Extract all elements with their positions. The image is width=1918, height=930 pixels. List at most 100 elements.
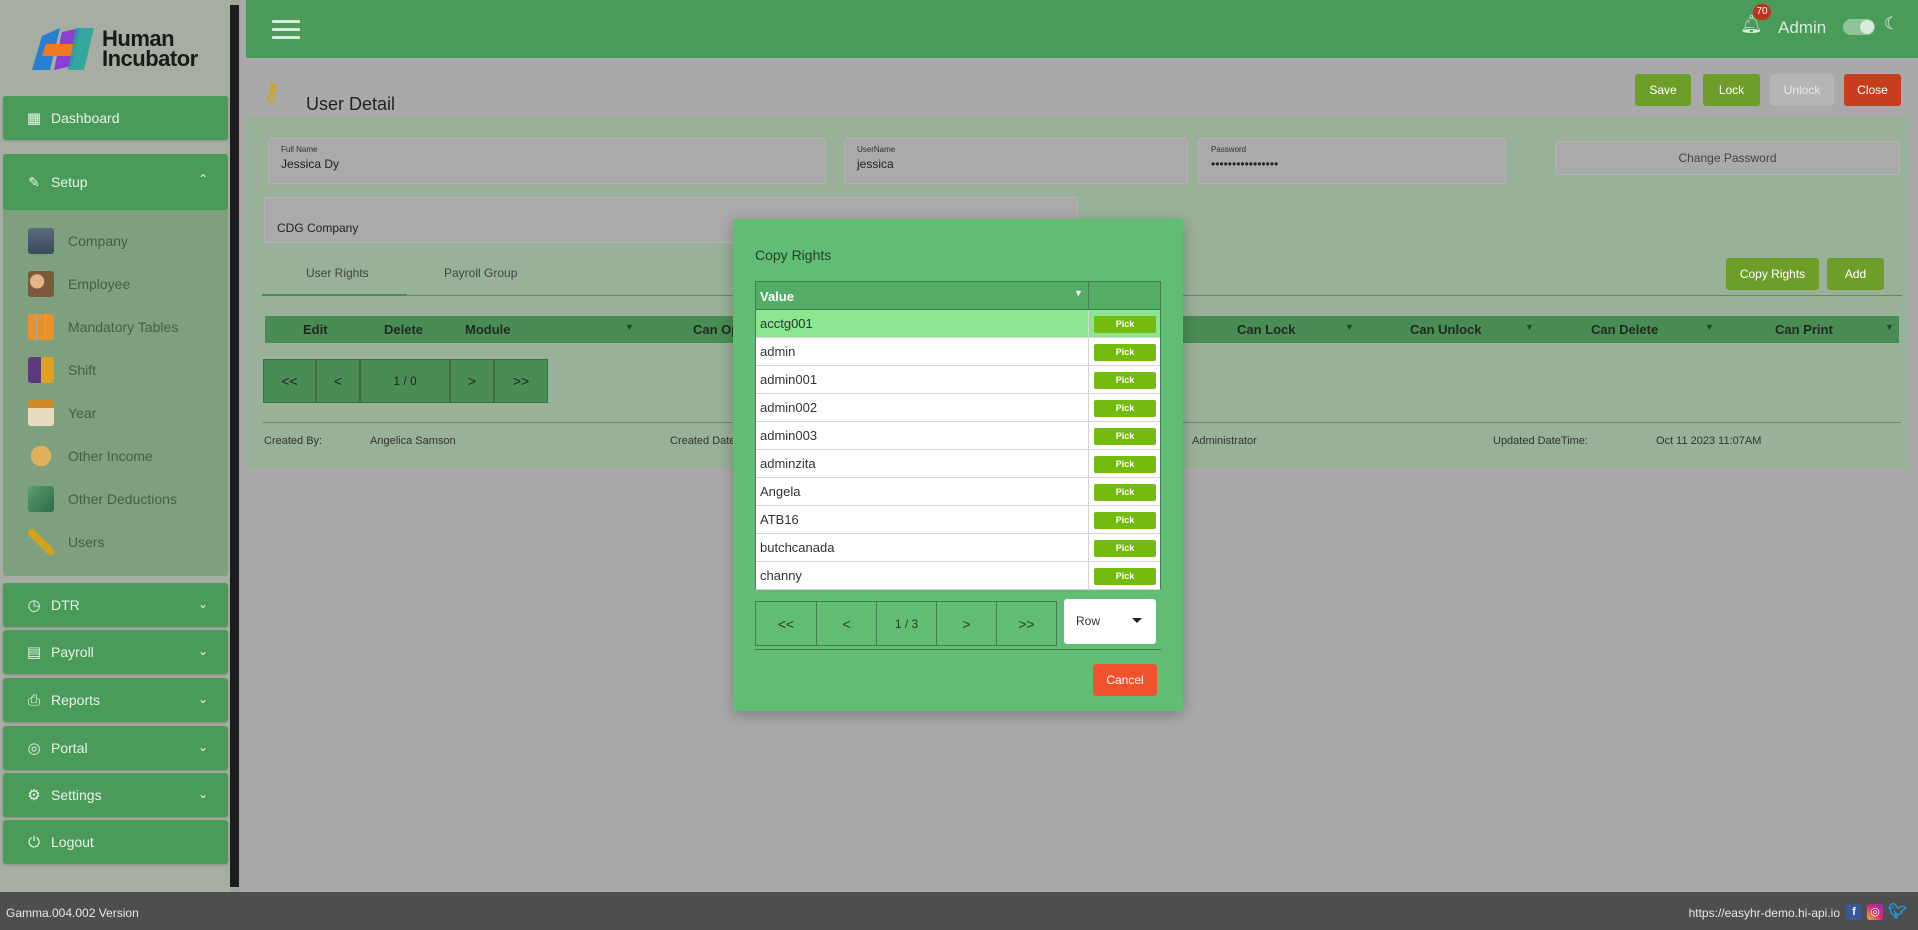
copy-rights-button[interactable]: Copy Rights bbox=[1726, 258, 1819, 290]
table-row[interactable]: admin002 Pick bbox=[756, 394, 1160, 422]
column-header-can-delete[interactable]: Can Delete bbox=[1591, 322, 1658, 337]
column-header-delete[interactable]: Delete bbox=[384, 322, 423, 337]
sidebar-item-settings[interactable]: ⚙ Settings ⌄ bbox=[3, 773, 228, 817]
caret-down-icon bbox=[1132, 618, 1142, 623]
pick-button[interactable]: Pick bbox=[1094, 372, 1156, 389]
table-header: Value ▼ bbox=[756, 282, 1160, 310]
filter-icon[interactable]: ▼ bbox=[1074, 288, 1083, 298]
chevron-down-icon: ⌄ bbox=[197, 597, 208, 611]
filter-icon[interactable]: ▼ bbox=[1525, 322, 1534, 332]
pick-button[interactable]: Pick bbox=[1094, 484, 1156, 501]
sidebar-scrollbar[interactable] bbox=[230, 5, 239, 887]
copy-rights-modal: Copy Rights Value ▼ acctg001 Pick admin Pic… bbox=[733, 219, 1183, 711]
column-separator bbox=[1088, 338, 1089, 366]
building-icon bbox=[28, 228, 54, 254]
sidebar-item-portal[interactable]: ◎ Portal ⌄ bbox=[3, 726, 228, 770]
column-separator bbox=[1088, 394, 1089, 422]
filter-icon[interactable]: ▼ bbox=[625, 322, 634, 332]
column-header-module[interactable]: Module bbox=[465, 322, 511, 337]
pager-last-button[interactable]: >> bbox=[997, 602, 1056, 645]
instagram-icon[interactable]: ◎ bbox=[1867, 904, 1883, 920]
twitter-icon[interactable]: 🐦︎ bbox=[1888, 904, 1907, 920]
sidebar-item-dashboard[interactable]: ▦ Dashboard bbox=[3, 96, 228, 140]
filter-icon[interactable]: ▼ bbox=[1705, 322, 1714, 332]
filter-icon[interactable]: ▼ bbox=[1885, 322, 1894, 332]
pick-button[interactable]: Pick bbox=[1094, 456, 1156, 473]
table-row[interactable]: admin001 Pick bbox=[756, 366, 1160, 394]
pick-button[interactable]: Pick bbox=[1094, 568, 1156, 585]
close-button[interactable]: Close bbox=[1844, 74, 1901, 106]
pager-first-button[interactable]: << bbox=[263, 359, 316, 403]
table-row[interactable]: channy Pick bbox=[756, 562, 1160, 590]
pager-last-button[interactable]: >> bbox=[494, 359, 548, 403]
unlock-button[interactable]: Unlock bbox=[1770, 74, 1834, 106]
tab-payroll-group[interactable]: Payroll Group bbox=[444, 266, 517, 280]
add-button[interactable]: Add bbox=[1827, 258, 1884, 290]
pick-button[interactable]: Pick bbox=[1094, 512, 1156, 529]
table-row[interactable]: ATB16 Pick bbox=[756, 506, 1160, 534]
password-field[interactable]: Password •••••••••••••••• bbox=[1198, 138, 1506, 184]
save-button[interactable]: Save bbox=[1635, 74, 1691, 106]
table-row[interactable]: butchcanada Pick bbox=[756, 534, 1160, 562]
row-value: Angela bbox=[760, 484, 801, 499]
site-url-link[interactable]: https://easyhr-demo.hi-api.io bbox=[1689, 906, 1840, 920]
table-row[interactable]: admin Pick bbox=[756, 338, 1160, 366]
top-bar: 🔔︎ 70 Admin ☾ bbox=[246, 0, 1918, 58]
column-header-can-print[interactable]: Can Print bbox=[1775, 322, 1833, 337]
sidebar-item-other-deductions[interactable]: Other Deductions bbox=[28, 484, 177, 514]
pick-button[interactable]: Pick bbox=[1094, 428, 1156, 445]
theme-toggle[interactable] bbox=[1843, 19, 1875, 35]
sidebar-item-logout[interactable]: ⏻ Logout bbox=[3, 820, 228, 864]
sidebar-item-users[interactable]: Users bbox=[28, 527, 105, 557]
sidebar-item-label: Mandatory Tables bbox=[68, 319, 179, 335]
table-row[interactable]: adminzita Pick bbox=[756, 450, 1160, 478]
rows-per-page-select[interactable]: Row bbox=[1064, 599, 1156, 644]
table-row[interactable]: Angela Pick bbox=[756, 478, 1160, 506]
sidebar-item-payroll[interactable]: ▤ Payroll ⌄ bbox=[3, 630, 228, 674]
lock-button[interactable]: Lock bbox=[1703, 74, 1760, 106]
change-password-button[interactable]: Change Password bbox=[1555, 141, 1900, 175]
sidebar-item-other-income[interactable]: Other Income bbox=[28, 441, 153, 471]
sidebar-item-label: Other Income bbox=[68, 448, 153, 464]
sidebar-item-shift[interactable]: Shift bbox=[28, 355, 96, 385]
column-separator bbox=[1088, 534, 1089, 562]
user-name[interactable]: Admin bbox=[1778, 18, 1826, 38]
sidebar-item-reports[interactable]: ⎙ Reports ⌄ bbox=[3, 678, 228, 722]
full-name-field[interactable]: Full Name Jessica Dy bbox=[268, 138, 826, 184]
sidebar-item-dtr[interactable]: ◷ DTR ⌄ bbox=[3, 583, 228, 627]
chevron-up-icon: ⌃ bbox=[197, 172, 208, 186]
pick-button[interactable]: Pick bbox=[1094, 400, 1156, 417]
dashboard-icon: ▦ bbox=[26, 110, 42, 127]
filter-icon[interactable]: ▼ bbox=[1345, 322, 1354, 332]
pager-prev-button[interactable]: < bbox=[817, 602, 877, 645]
pager-next-button[interactable]: > bbox=[450, 359, 494, 403]
sidebar-item-year[interactable]: Year bbox=[28, 398, 96, 428]
pager-next-button[interactable]: > bbox=[937, 602, 997, 645]
pager-first-button[interactable]: << bbox=[756, 602, 817, 645]
pick-button[interactable]: Pick bbox=[1094, 316, 1156, 333]
tab-user-rights[interactable]: User Rights bbox=[306, 266, 369, 280]
column-header-can-unlock[interactable]: Can Unlock bbox=[1410, 322, 1482, 337]
logo-mark-icon bbox=[32, 28, 94, 70]
username-field[interactable]: UserName jessica bbox=[844, 138, 1188, 184]
pick-button[interactable]: Pick bbox=[1094, 344, 1156, 361]
table-row[interactable]: admin003 Pick bbox=[756, 422, 1160, 450]
column-header-edit[interactable]: Edit bbox=[303, 322, 328, 337]
hamburger-menu-icon[interactable] bbox=[272, 20, 300, 40]
shift-icon bbox=[28, 357, 54, 383]
sidebar-item-mandatory-tables[interactable]: Mandatory Tables bbox=[28, 312, 178, 342]
cancel-button[interactable]: Cancel bbox=[1093, 664, 1157, 696]
updated-datetime-label: Updated DateTime: bbox=[1493, 435, 1588, 447]
modal-pager: << < 1 / 3 > >> bbox=[755, 601, 1057, 646]
column-header-can-lock[interactable]: Can Lock bbox=[1237, 322, 1296, 337]
sidebar-item-company[interactable]: Company bbox=[28, 226, 128, 256]
pick-button[interactable]: Pick bbox=[1094, 540, 1156, 557]
grid-icon bbox=[28, 314, 54, 340]
column-header-value[interactable]: Value bbox=[760, 289, 794, 304]
pager-prev-button[interactable]: < bbox=[316, 359, 360, 403]
row-value: acctg001 bbox=[760, 316, 813, 331]
table-row[interactable]: acctg001 Pick bbox=[756, 310, 1160, 338]
sidebar-item-employee[interactable]: Employee bbox=[28, 269, 130, 299]
sidebar-item-setup[interactable]: ✎ Setup ⌃ bbox=[3, 154, 228, 210]
facebook-icon[interactable]: f bbox=[1846, 904, 1862, 920]
